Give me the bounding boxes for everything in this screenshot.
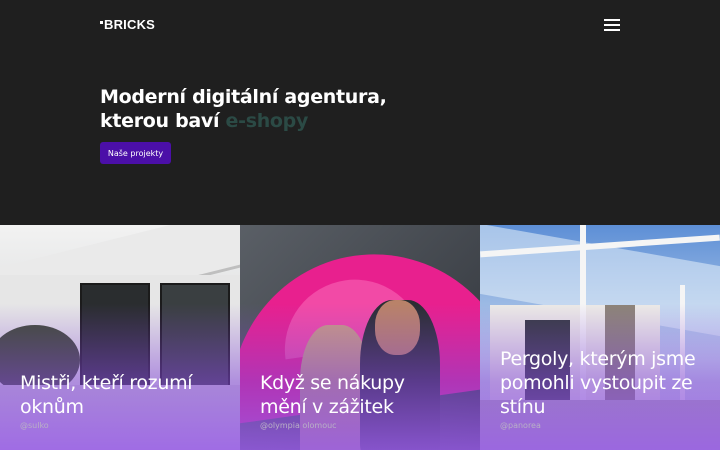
hamburger-line	[604, 29, 620, 31]
logo-dot-icon	[100, 20, 103, 24]
card-title: Když se nákupy mění v zážitek	[260, 372, 405, 418]
project-cards: Mistři, kteří rozumí oknům @sulko Když s…	[0, 225, 720, 450]
headline-accent: e-shopy	[225, 110, 309, 132]
logo-text: BRICKS	[104, 17, 156, 32]
card-handle: @olympia olomouc	[260, 421, 337, 430]
project-card-sulko[interactable]: Mistři, kteří rozumí oknům @sulko	[0, 225, 240, 450]
hamburger-line	[604, 24, 620, 26]
hero-headline: Moderní digitální agentura, kterou baví …	[100, 85, 387, 133]
hamburger-line	[604, 19, 620, 21]
headline-line2-prefix: kterou baví	[100, 110, 226, 132]
projects-button[interactable]: Naše projekty	[100, 142, 171, 164]
card-title: Pergoly, kterým jsme pomohli vystoupit z…	[500, 348, 696, 418]
card-handle: @panorea	[500, 421, 541, 430]
hamburger-icon[interactable]	[604, 19, 620, 31]
project-card-panorea[interactable]: Pergoly, kterým jsme pomohli vystoupit z…	[480, 225, 720, 450]
headline-line1: Moderní digitální agentura,	[100, 86, 387, 108]
logo[interactable]: BRICKS	[100, 17, 155, 32]
project-card-olympia[interactable]: Když se nákupy mění v zážitek @olympia o…	[240, 225, 480, 450]
hero-section: BRICKS Moderní digitální agentura, ktero…	[0, 0, 720, 225]
card-title: Mistři, kteří rozumí oknům	[20, 372, 193, 418]
card-handle: @sulko	[20, 421, 49, 430]
